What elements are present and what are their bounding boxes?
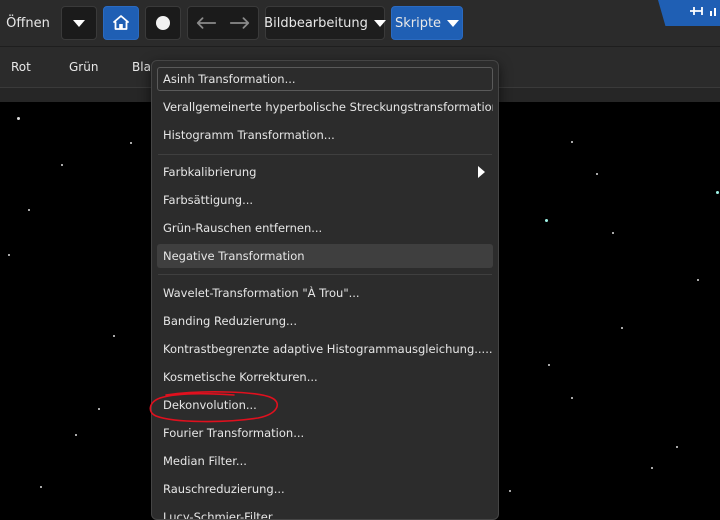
chevron-down-icon [447, 19, 460, 27]
chevron-right-icon [478, 166, 485, 178]
menu-item-noise-reduction[interactable]: Rauschreduzierung... [157, 477, 493, 501]
chevron-down-icon [373, 19, 386, 27]
menu-separator [158, 274, 492, 275]
tab-green[interactable]: Grün [69, 60, 98, 74]
open-button-label: Öffnen [6, 15, 50, 31]
home-icon [113, 15, 129, 30]
star [612, 232, 614, 234]
star [8, 254, 10, 256]
menu-item-cosmetic[interactable]: Kosmetische Korrekturen... [157, 365, 493, 389]
redo-icon[interactable] [229, 17, 250, 29]
home-button[interactable] [103, 6, 139, 40]
scripts-menu-button[interactable]: Skripte [391, 6, 463, 40]
corner-tool-badge[interactable] [658, 0, 720, 26]
star [548, 364, 550, 366]
menu-item-deconvolution[interactable]: Dekonvolution... [157, 393, 493, 417]
undo-redo-icons [196, 17, 250, 29]
menu-item-histogram[interactable]: Histogramm Transformation... [157, 123, 493, 147]
image-processing-menu: Asinh Transformation... Verallgemeinerte… [151, 60, 499, 520]
chevron-down-icon [73, 19, 85, 27]
menu-item-wavelet[interactable]: Wavelet-Transformation "À Trou"... [157, 281, 493, 305]
undo-redo-group [187, 6, 259, 40]
menu-item-asinh[interactable]: Asinh Transformation... [157, 67, 493, 91]
menu-item-fourier[interactable]: Fourier Transformation... [157, 421, 493, 445]
star [28, 209, 30, 211]
menu-item-saturation[interactable]: Farbsättigung... [157, 188, 493, 212]
star [40, 486, 42, 488]
star [651, 467, 653, 469]
menu-separator [158, 154, 492, 155]
scripts-menu-label: Skripte [394, 15, 442, 31]
star [697, 279, 699, 281]
star [113, 335, 115, 337]
menu-item-lucy[interactable]: Lucy-Schmier-Filter... [157, 505, 493, 519]
menu-item-color-calibration[interactable]: Farbkalibrierung [157, 160, 493, 184]
menu-item-label: Farbkalibrierung [163, 165, 257, 179]
star [75, 434, 77, 436]
menu-item-median[interactable]: Median Filter... [157, 449, 493, 473]
star [676, 446, 678, 448]
menu-item-banding[interactable]: Banding Reduzierung... [157, 309, 493, 333]
star [17, 117, 20, 120]
open-dropdown-button[interactable] [61, 6, 97, 40]
menu-item-ghs[interactable]: Verallgemeinerte hyperbolische Streckung… [157, 95, 493, 119]
star [98, 408, 100, 410]
record-button[interactable] [145, 6, 181, 40]
circle-icon [156, 16, 170, 30]
star [545, 219, 548, 222]
tab-red[interactable]: Rot [11, 60, 31, 74]
star [571, 397, 573, 399]
star [571, 141, 573, 143]
pin-icon [690, 7, 716, 16]
image-processing-menu-button[interactable]: Bildbearbeitung [264, 6, 386, 40]
star [621, 327, 623, 329]
open-button[interactable]: Öffnen [0, 6, 56, 40]
menu-item-green-noise[interactable]: Grün-Rauschen entfernen... [157, 216, 493, 240]
star [61, 164, 63, 166]
star [130, 142, 132, 144]
menu-item-negative[interactable]: Negative Transformation [157, 244, 493, 268]
undo-icon[interactable] [196, 17, 217, 29]
main-toolbar: Öffnen Bildbearbeitung Skripte [0, 0, 720, 47]
star [596, 173, 598, 175]
star [509, 490, 511, 492]
star [716, 191, 719, 194]
menu-item-clahe[interactable]: Kontrastbegrenzte adaptive Histogrammaus… [157, 337, 493, 361]
image-processing-menu-label: Bildbearbeitung [264, 15, 368, 31]
